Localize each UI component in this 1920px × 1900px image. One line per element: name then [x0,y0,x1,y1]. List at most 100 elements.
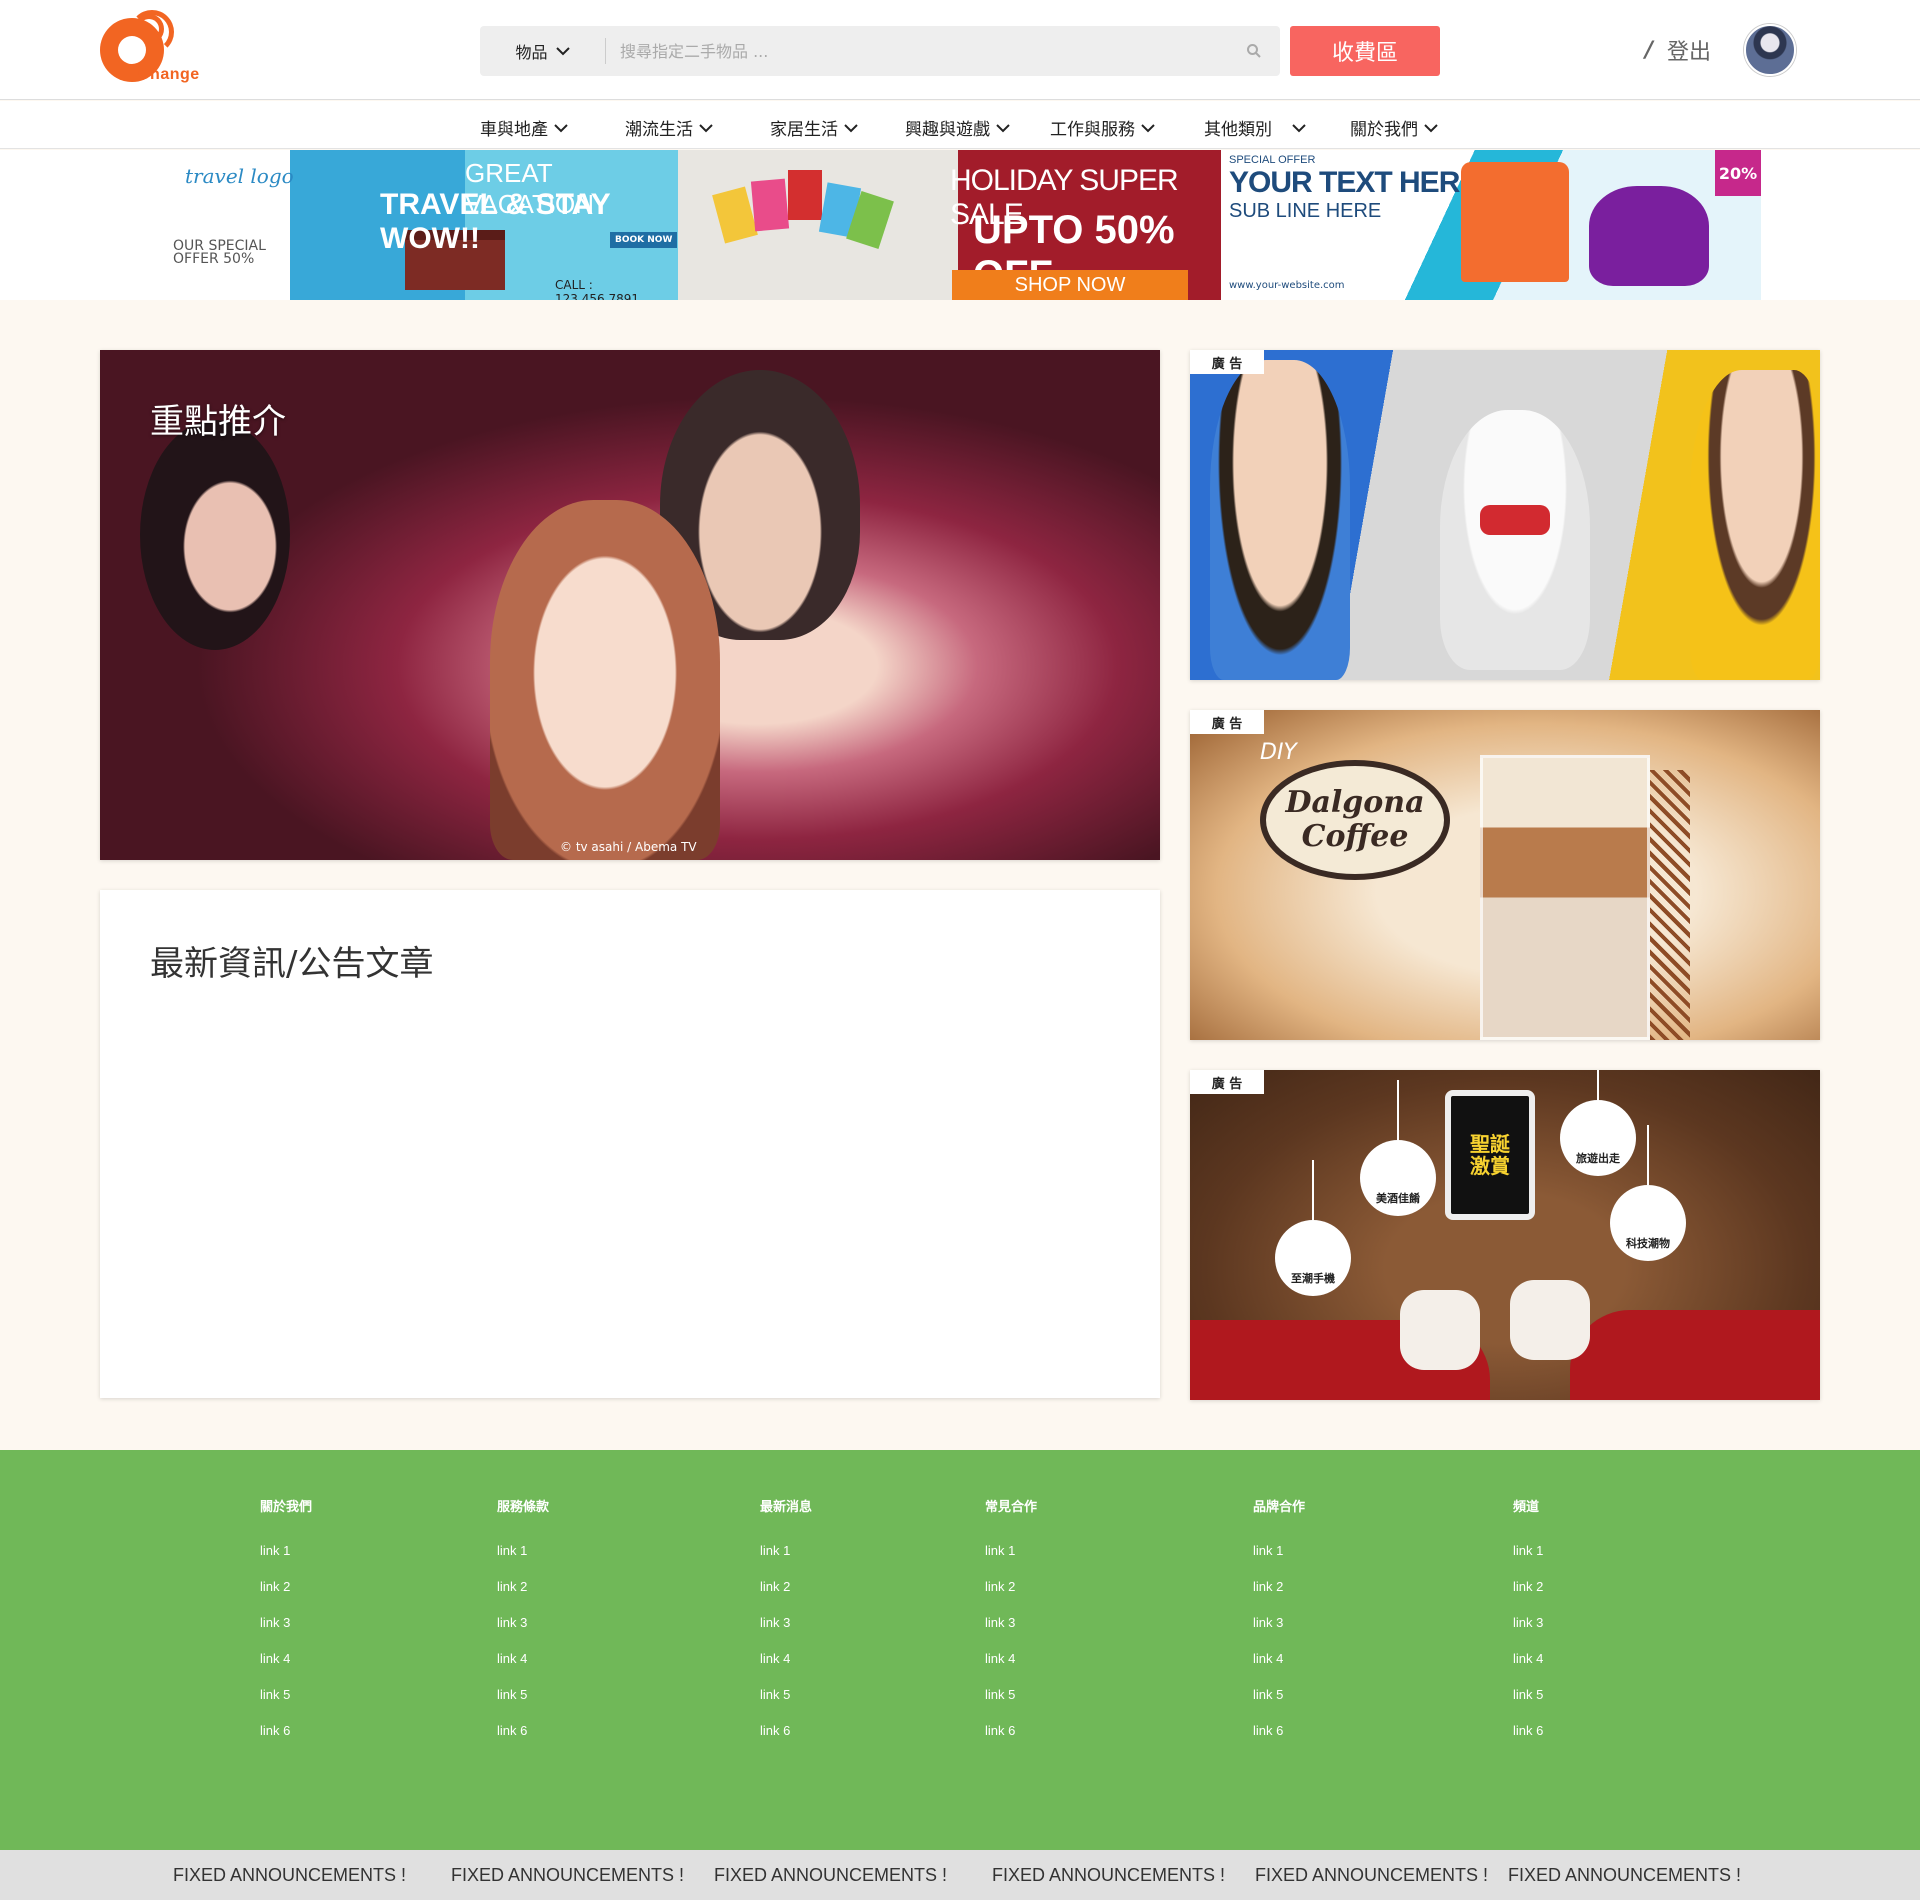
logo-text: Change [138,66,200,83]
ad-ornament-label: 至潮手機 [1291,1272,1335,1285]
ad-santa-sleeve-right [1570,1310,1820,1400]
footer-link[interactable]: link 1 [1513,1543,1543,1579]
footer-link[interactable]: link 3 [760,1615,812,1651]
logout-link[interactable]: / 登出 [1645,34,1711,66]
announcement-item: FIXED ANNOUNCEMENTS ! [173,1865,407,1885]
ad-diy-label: DIY [1260,740,1297,765]
ad-hoodie-cat[interactable]: 廣 告 [1190,350,1820,680]
banner-holiday-shop-now[interactable]: SHOP NOW [952,270,1188,300]
announcement-bar: FIXED ANNOUNCEMENTS ! FIXED ANNOUNCEMENT… [0,1850,1920,1900]
footer-link[interactable]: link 2 [985,1579,1037,1615]
footer-link[interactable]: link 4 [497,1651,549,1687]
banner-travel-book: BOOK NOW [610,232,678,248]
footer-link[interactable]: link 2 [1253,1579,1305,1615]
nav-item-label: 其他類別 [1204,120,1272,140]
ad-christmas-tablet: 聖誕 激賞 [1445,1090,1535,1220]
footer-link[interactable]: link 1 [497,1543,549,1579]
footer-link[interactable]: link 6 [985,1723,1037,1759]
footer-link[interactable]: link 2 [760,1579,812,1615]
ad-dalgona-coffee[interactable]: 廣 告 DIY Dalgona Coffee [1190,710,1820,1040]
ad-christmas[interactable]: 廣 告 美酒佳餚 至潮手機 旅遊出走 科技潮物 聖誕 激賞 [1190,1070,1820,1400]
footer-link[interactable]: link 6 [1253,1723,1305,1759]
banner-travel[interactable]: travel logo OUR SPECIAL OFFER 50% GREAT … [165,150,678,300]
footer-link[interactable]: link 4 [760,1651,812,1687]
footer-link[interactable]: link 6 [260,1723,312,1759]
orange-handbag-image [1461,162,1569,282]
footer-column-about: 關於我們 link 1 link 2 link 3 link 4 link 5 … [260,1496,312,1759]
ad-white-cat [1440,410,1590,670]
footer-link[interactable]: link 5 [760,1687,812,1723]
footer-link[interactable]: link 5 [497,1687,549,1723]
search-input[interactable] [620,26,1220,76]
nav-item-trend-life[interactable]: 潮流生活 [625,115,713,140]
ad-coffee-title-2: Coffee [1301,819,1409,854]
footer-link[interactable]: link 6 [497,1723,549,1759]
footer-link[interactable]: link 3 [1513,1615,1543,1651]
ad-coffee-glass [1480,755,1650,1040]
footer-link[interactable]: link 2 [497,1579,549,1615]
ad-santa-cuff-left [1400,1290,1480,1370]
footer-link[interactable]: link 3 [260,1615,312,1651]
user-avatar[interactable] [1744,24,1796,76]
ad-ornament-label: 美酒佳餚 [1376,1192,1420,1205]
site-logo[interactable]: Change [100,10,215,90]
header: Change 物品 收費區 / 登出 [0,0,1920,100]
footer-link[interactable]: link 3 [985,1615,1037,1651]
footer-link[interactable]: link 1 [985,1543,1037,1579]
banner-special-website: www.your-website.com [1229,280,1345,291]
footer-link[interactable]: link 4 [260,1651,312,1687]
footer-link[interactable]: link 6 [1513,1723,1543,1759]
category-nav: 車與地產 潮流生活 家居生活 興趣與遊戲 工作與服務 其他類別 關於我們 [0,101,1920,149]
footer-link[interactable]: link 1 [760,1543,812,1579]
ad-tag: 廣 告 [1190,350,1264,374]
footer-link[interactable]: link 2 [1513,1579,1543,1615]
ad-ornament-phone: 至潮手機 [1275,1160,1351,1296]
footer-column-channels: 頻道 link 1 link 2 link 3 link 4 link 5 li… [1513,1496,1543,1759]
footer-link[interactable]: link 2 [260,1579,312,1615]
footer-link[interactable]: link 3 [497,1615,549,1651]
nav-item-jobs-services[interactable]: 工作與服務 [1050,115,1155,140]
nav-item-vehicles-property[interactable]: 車與地產 [480,115,568,140]
search-category-select[interactable]: 物品 [480,26,605,76]
footer-link[interactable]: link 1 [260,1543,312,1579]
footer-link[interactable]: link 5 [260,1687,312,1723]
banner-holiday-sale[interactable]: HOLIDAY SUPER SALE UPTO 50% OFF SHOP NOW [678,150,1221,300]
featured-recommendation[interactable]: 重點推介 © tv asahi / Abema TV [100,350,1160,860]
footer-link[interactable]: link 4 [1253,1651,1305,1687]
footer-column-partnership: 常見合作 link 1 link 2 link 3 link 4 link 5 … [985,1496,1037,1759]
footer-link[interactable]: link 4 [985,1651,1037,1687]
featured-title: 重點推介 [150,402,286,442]
chevron-down-icon [1292,123,1306,132]
nav-item-label: 潮流生活 [625,120,693,140]
ad-ornament-travel: 旅遊出走 [1560,1070,1636,1176]
announcement-item: FIXED ANNOUNCEMENTS ! [1255,1865,1489,1885]
footer-link[interactable]: link 4 [1513,1651,1543,1687]
banner-special-label: SPECIAL OFFER [1229,154,1316,166]
nav-item-label: 車與地產 [480,120,548,140]
footer-heading: 服務條款 [497,1500,550,1515]
chevron-down-icon [699,123,713,132]
banner-special-offer[interactable]: SPECIAL OFFER YOUR TEXT HERE SUB LINE HE… [1221,150,1761,300]
nav-item-other-categories[interactable]: 其他類別 [1204,115,1306,140]
chevron-down-icon [554,123,568,132]
search-divider [605,38,606,64]
chevron-down-icon [996,123,1010,132]
pay-zone-button[interactable]: 收費區 [1290,26,1440,76]
footer-link[interactable]: link 3 [1253,1615,1305,1651]
featured-image-person-left [140,420,290,650]
logo-wave-inner [134,14,164,44]
footer-link[interactable]: link 5 [985,1687,1037,1723]
footer-link[interactable]: link 1 [1253,1543,1305,1579]
footer-link[interactable]: link 5 [1253,1687,1305,1723]
news-title: 最新資訊/公告文章 [150,944,434,984]
ad-ornament-label: 科技潮物 [1626,1237,1670,1250]
nav-item-home-life[interactable]: 家居生活 [770,115,858,140]
footer-link[interactable]: link 5 [1513,1687,1543,1723]
footer-link[interactable]: link 6 [760,1723,812,1759]
nav-item-hobbies-games[interactable]: 興趣與遊戲 [905,115,1010,140]
featured-image-person-front [490,500,720,860]
search-icon[interactable] [1246,43,1262,59]
nav-item-label: 家居生活 [770,120,838,140]
nav-item-about-us[interactable]: 關於我們 [1350,115,1438,140]
footer-heading: 關於我們 [260,1500,313,1515]
